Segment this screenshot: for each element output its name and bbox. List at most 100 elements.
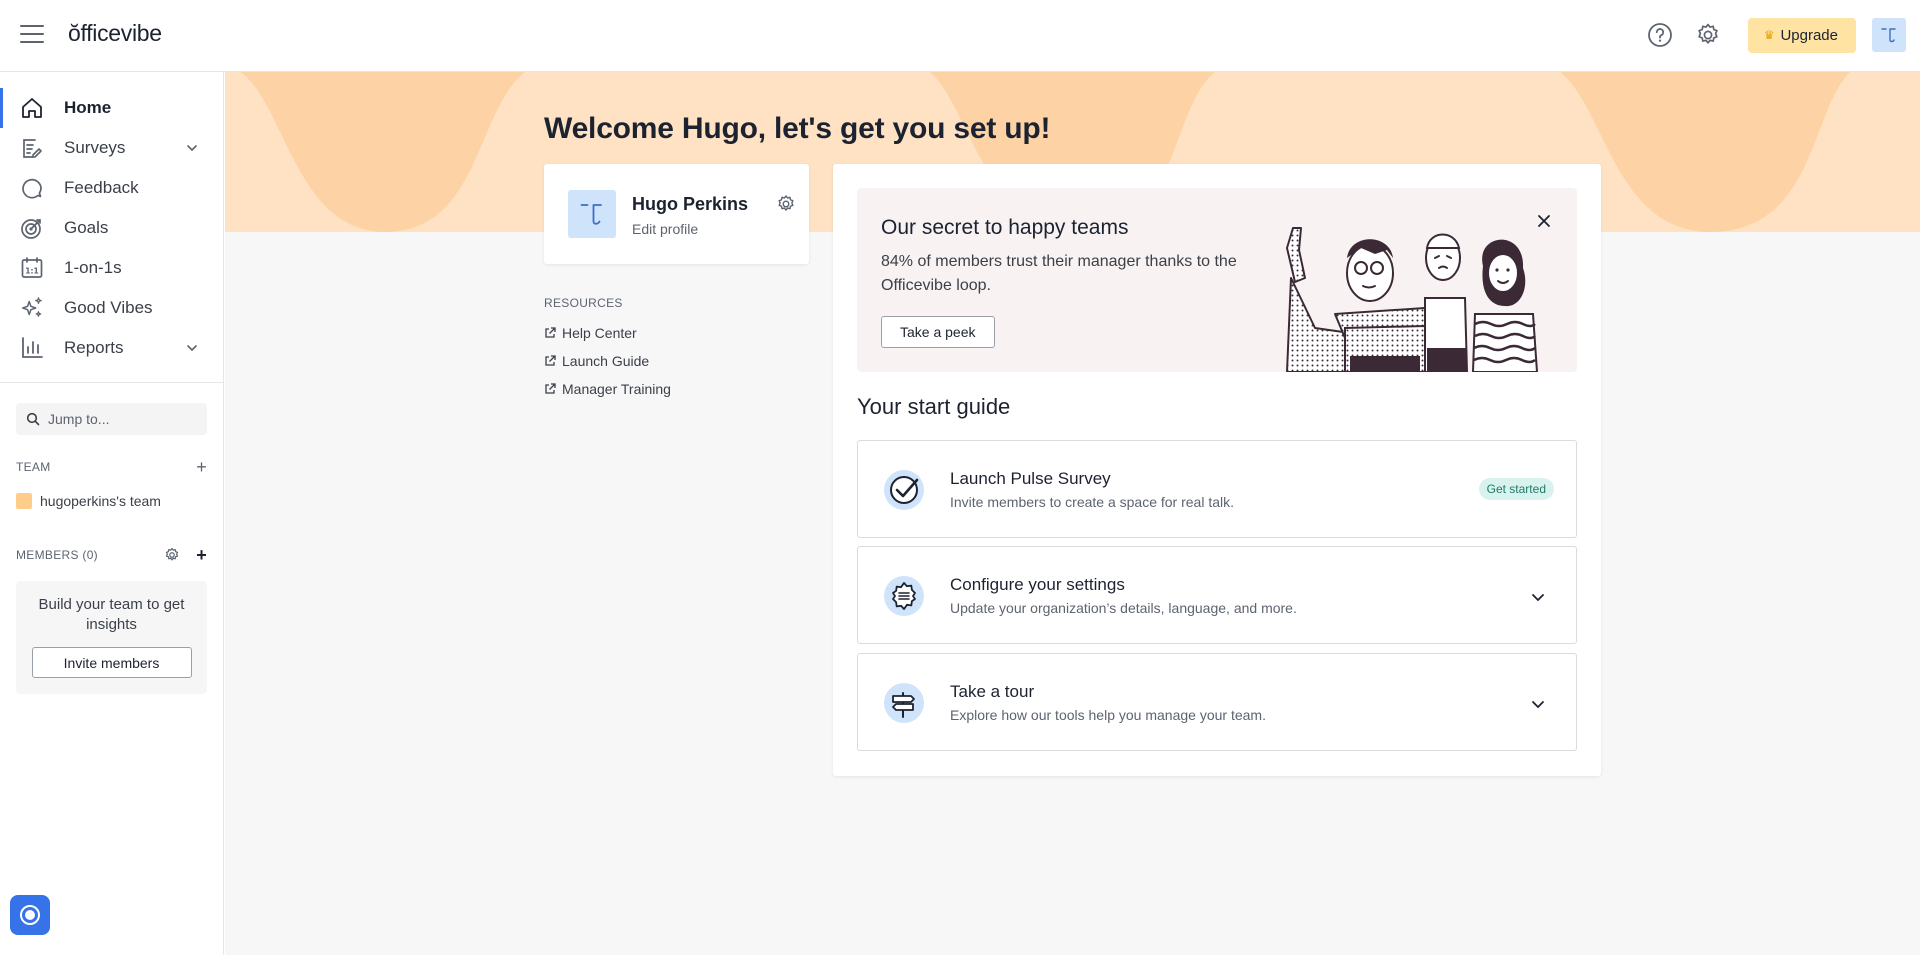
external-link-icon bbox=[545, 355, 556, 366]
close-icon[interactable] bbox=[1537, 214, 1551, 228]
face-avatar-icon bbox=[1881, 28, 1896, 43]
top-bar: ŏfficevibe ♛ Upgrade bbox=[0, 0, 1920, 72]
nav-reports[interactable]: Reports bbox=[0, 328, 223, 368]
chevron-down-icon[interactable] bbox=[185, 341, 199, 355]
search-icon bbox=[26, 412, 40, 426]
crown-icon: ♛ bbox=[1763, 28, 1775, 42]
link-label: Manager Training bbox=[562, 381, 671, 397]
nav-home[interactable]: Home bbox=[0, 88, 223, 128]
team-heading: TEAM bbox=[16, 460, 51, 474]
guide-item-title: Take a tour bbox=[950, 682, 1035, 701]
manager-training-link[interactable]: Manager Training bbox=[544, 375, 671, 403]
nav-label: Feedback bbox=[64, 178, 139, 197]
guide-item-description: Explore how our tools help you manage yo… bbox=[950, 707, 1266, 723]
speech-bubble-icon bbox=[20, 176, 44, 200]
nav-goals[interactable]: Goals bbox=[0, 208, 223, 248]
guide-item-take-a-tour[interactable]: Take a tour Explore how our tools help y… bbox=[857, 653, 1577, 751]
gear-icon[interactable] bbox=[164, 547, 180, 563]
onboarding-panel: Our secret to happy teams 84% of members… bbox=[833, 164, 1601, 776]
happy-team-illustration bbox=[1286, 227, 1539, 372]
sidebar: Home Surveys Feedback Goals 1:1 1-on-1s … bbox=[0, 72, 224, 955]
nav-one-on-ones[interactable]: 1:1 1-on-1s bbox=[0, 248, 223, 288]
checkmark-circle-icon bbox=[884, 470, 924, 510]
nav-good-vibes[interactable]: Good Vibes bbox=[0, 288, 223, 328]
members-actions: + bbox=[164, 546, 207, 564]
nav-label: 1-on-1s bbox=[64, 258, 122, 277]
chevron-down-icon[interactable] bbox=[1530, 696, 1546, 712]
profile-card: Hugo Perkins Edit profile bbox=[544, 164, 809, 264]
members-empty-state: Build your team to get insights Invite m… bbox=[16, 581, 207, 694]
top-actions: ♛ Upgrade bbox=[1642, 17, 1906, 53]
home-icon bbox=[20, 96, 44, 120]
invite-members-button[interactable]: Invite members bbox=[31, 647, 192, 678]
gear-icon bbox=[1697, 23, 1718, 44]
face-avatar-icon bbox=[580, 204, 602, 225]
target-icon bbox=[20, 216, 44, 240]
link-label: Launch Guide bbox=[562, 353, 650, 369]
gear-icon[interactable] bbox=[776, 194, 796, 214]
settings-button[interactable] bbox=[1690, 17, 1726, 53]
profile-name: Hugo Perkins bbox=[632, 194, 749, 214]
welcome-heading: Welcome Hugo, let's get you set up! bbox=[544, 112, 1051, 145]
hamburger-menu-icon[interactable] bbox=[20, 25, 44, 45]
nav-feedback[interactable]: Feedback bbox=[0, 168, 223, 208]
team-item[interactable]: hugoperkins's team bbox=[16, 493, 207, 509]
help-button[interactable] bbox=[1642, 17, 1678, 53]
promo-text: 84% of members trust their manager thank… bbox=[881, 253, 1237, 294]
external-link-icon bbox=[545, 383, 556, 394]
jump-to-input[interactable] bbox=[48, 411, 188, 427]
edit-profile-link[interactable]: Edit profile bbox=[632, 221, 698, 237]
upgrade-label: Upgrade bbox=[1780, 26, 1838, 44]
nav-label: Good Vibes bbox=[64, 298, 153, 317]
guide-item-configure-settings[interactable]: Configure your settings Update your orga… bbox=[857, 546, 1577, 644]
get-started-badge[interactable]: Get started bbox=[1478, 478, 1554, 500]
members-heading: MEMBERS (0) bbox=[16, 548, 98, 562]
user-avatar[interactable] bbox=[1872, 18, 1906, 52]
guide-item-description: Update your organization’s details, lang… bbox=[950, 600, 1297, 616]
add-team-icon[interactable]: + bbox=[196, 458, 207, 476]
help-center-link[interactable]: Help Center bbox=[544, 319, 671, 347]
nav-label: Goals bbox=[64, 218, 109, 237]
upgrade-button[interactable]: ♛ Upgrade bbox=[1747, 17, 1856, 53]
jump-to-search[interactable] bbox=[16, 403, 207, 435]
chevron-down-icon[interactable] bbox=[1530, 589, 1546, 605]
chat-ring-icon bbox=[20, 905, 40, 925]
launch-guide-link[interactable]: Launch Guide bbox=[544, 347, 671, 375]
nav-label: Surveys bbox=[64, 138, 126, 157]
question-circle-icon bbox=[1647, 23, 1672, 47]
start-guide-heading: Your start guide bbox=[857, 394, 1011, 419]
guide-item-launch-pulse-survey[interactable]: Launch Pulse Survey Invite members to cr… bbox=[857, 440, 1577, 538]
nav-surveys[interactable]: Surveys bbox=[0, 128, 223, 168]
profile-avatar[interactable] bbox=[568, 190, 616, 238]
survey-icon bbox=[20, 136, 44, 160]
guide-item-title: Launch Pulse Survey bbox=[950, 469, 1111, 488]
sidebar-divider bbox=[0, 382, 223, 383]
team-section-header: TEAM + bbox=[16, 457, 207, 477]
guide-item-title: Configure your settings bbox=[950, 575, 1125, 594]
calendar-icon: 1:1 bbox=[20, 256, 44, 280]
members-section-header: MEMBERS (0) + bbox=[16, 545, 207, 565]
signpost-icon bbox=[884, 683, 924, 723]
sparkles-icon bbox=[20, 296, 44, 320]
promo-title: Our secret to happy teams bbox=[881, 216, 1129, 239]
support-chat-button[interactable] bbox=[10, 895, 50, 935]
resources-heading: RESOURCES bbox=[544, 296, 623, 310]
team-name: hugoperkins's team bbox=[40, 493, 161, 509]
nav-label: Home bbox=[64, 98, 112, 117]
add-member-icon[interactable]: + bbox=[196, 546, 207, 564]
resources-section: RESOURCES Help Center Launch Guide Manag… bbox=[544, 296, 671, 403]
guide-item-description: Invite members to create a space for rea… bbox=[950, 494, 1235, 510]
team-color-swatch bbox=[16, 493, 32, 509]
officevibe-logo[interactable]: ŏfficevibe bbox=[68, 20, 162, 47]
external-link-icon bbox=[545, 327, 556, 338]
promo-banner: Our secret to happy teams 84% of members… bbox=[857, 188, 1577, 372]
main-content: Welcome Hugo, let's get you set up! Hugo… bbox=[225, 72, 1920, 955]
nav-label: Reports bbox=[64, 338, 124, 357]
main-nav: Home Surveys Feedback Goals 1:1 1-on-1s … bbox=[0, 72, 223, 368]
take-a-peek-button[interactable]: Take a peek bbox=[881, 316, 995, 348]
chevron-down-icon[interactable] bbox=[185, 141, 199, 155]
svg-text:1:1: 1:1 bbox=[25, 267, 38, 276]
settings-badge-icon bbox=[884, 576, 924, 616]
bar-chart-icon bbox=[20, 336, 44, 360]
members-empty-text: Build your team to get insights bbox=[38, 596, 185, 633]
